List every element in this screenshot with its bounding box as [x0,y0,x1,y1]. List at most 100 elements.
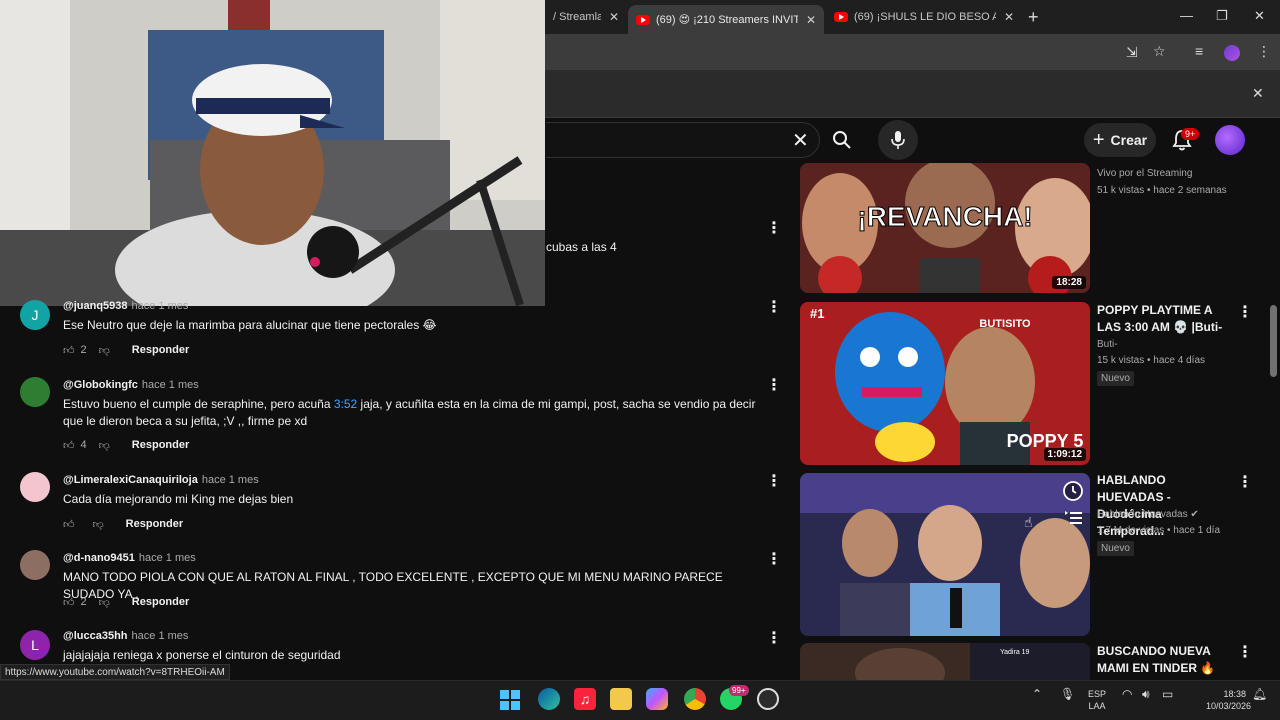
voice-search-button[interactable] [878,120,918,160]
comment-author[interactable]: @d-nano9451 hace 1 mes [63,552,196,564]
browser-menu-icon[interactable]: ⋮ [1257,43,1271,60]
channel-name[interactable]: Vivo por el Streaming [1097,165,1247,182]
scrollbar-thumb[interactable] [1270,305,1277,377]
maximize-button[interactable]: ❐ [1216,8,1228,24]
battery-icon[interactable]: ▭ [1162,687,1173,701]
dislike-icon[interactable]: 👎︎ [99,596,110,609]
channel-label[interactable]: Hablando Huevadas [1097,509,1188,520]
comment-text: jajajajaja reniega x ponerse el cinturon… [63,648,341,662]
avatar[interactable]: J [20,300,50,330]
bookmark-star-icon[interactable]: ☆ [1153,43,1166,60]
clock-time: 18:38 [1223,689,1246,699]
comment-author[interactable]: @juanq5938 hace 1 mes [63,300,188,312]
author-name[interactable]: @juanq5938 [63,300,128,312]
info-bar-close-icon[interactable]: ✕ [1252,85,1264,102]
search-button[interactable] [822,122,862,158]
video-menu-icon[interactable]: ⋮ [1237,472,1253,492]
channel-name[interactable]: Hablando Huevadas ✔ [1097,506,1247,523]
tab-label: / Streamlab [553,11,601,23]
avatar[interactable] [20,377,50,407]
dislike-icon[interactable]: 👎︎ [93,518,104,531]
comment-menu-icon[interactable]: ⋮ [766,375,782,395]
video-meta: 51 k vistas • hace 2 semanas [1097,185,1227,196]
author-name[interactable]: @Globokingfc [63,379,138,391]
windows-start-icon[interactable] [500,690,520,710]
search-input[interactable] [546,122,820,158]
clock[interactable]: 18:38 10/03/2026 [1206,688,1252,712]
minimize-button[interactable]: — [1180,8,1193,23]
comment-menu-icon[interactable]: ⋮ [766,218,782,238]
video-thumbnail[interactable]: Yadira 19 [800,643,1090,680]
comment-date[interactable]: hace 1 mes [142,379,199,391]
reply-button[interactable]: Responder [132,344,189,356]
file-explorer-icon[interactable] [610,688,632,710]
reply-button[interactable]: Responder [132,596,189,608]
tab-close-icon[interactable]: ✕ [806,13,816,27]
comment-author[interactable]: @Globokingfc hace 1 mes [63,379,199,391]
microphone-tray-icon[interactable]: 🎙︎ [1060,687,1075,701]
video-menu-icon[interactable]: ⋮ [1237,642,1253,662]
avatar[interactable] [20,472,50,502]
wifi-icon[interactable]: ◠ [1122,687,1132,701]
like-icon[interactable]: 👍︎ [63,596,75,609]
tray-chevron-icon[interactable]: ⌃ [1032,687,1042,701]
comment-menu-icon[interactable]: ⋮ [766,628,782,648]
video-title[interactable]: POPPY PLAYTIME A LAS 3:00 AM 💀 |Buti- [1097,302,1227,336]
author-name[interactable]: @LimeralexiCanaquiriloja [63,474,198,486]
clear-search-icon[interactable]: ✕ [792,128,809,153]
tab-shuls[interactable]: (69) ¡SHULS LE DIO BESO A UN ✕ [826,5,1022,29]
comment-date[interactable]: hace 1 mes [202,474,259,486]
avatar[interactable]: L [20,630,50,660]
music-app-icon[interactable]: ♫ [574,688,596,710]
channel-name[interactable]: Buti- [1097,336,1247,353]
new-tab-button[interactable]: + [1028,7,1039,28]
language-indicator[interactable]: ESP LAA [1088,688,1106,712]
obs-icon[interactable] [757,688,779,710]
page-scrollbar[interactable] [1268,118,1280,680]
media-control-icon[interactable]: ≡ [1195,43,1203,59]
account-avatar[interactable] [1215,125,1245,155]
comment-menu-icon[interactable]: ⋮ [766,549,782,569]
like-icon[interactable]: 👍︎ [63,439,75,452]
like-icon[interactable]: 👍︎ [63,344,75,357]
video-thumbnail[interactable] [800,473,1090,636]
add-to-queue-icon[interactable] [1064,509,1084,527]
duration-badge: 18:28 [1052,276,1086,289]
comment-author[interactable]: @lucca35hh hace 1 mes [63,630,188,642]
profile-avatar[interactable] [1224,45,1240,61]
comment-date[interactable]: hace 1 mes [132,630,189,642]
dislike-icon[interactable]: 👎︎ [99,439,110,452]
clock-date: 10/03/2026 [1206,701,1252,711]
install-app-icon[interactable]: ⇲ [1126,44,1138,61]
chrome-icon[interactable] [684,688,706,710]
tab-close-icon[interactable]: ✕ [1004,10,1014,24]
comment-date[interactable]: hace 1 mes [132,300,189,312]
tab-close-icon[interactable]: ✕ [609,10,619,24]
video-menu-icon[interactable]: ⋮ [1237,302,1253,322]
reply-button[interactable]: Responder [126,518,183,530]
dislike-icon[interactable]: 👎︎ [99,344,110,357]
timestamp-link[interactable]: 3:52 [334,397,357,411]
new-badge: Nuevo [1097,371,1134,386]
edge-browser-icon[interactable] [538,688,560,710]
create-button[interactable]: + Crear [1084,123,1156,157]
comment-actions: 👍︎ 4 👎︎ Responder [63,437,189,453]
copilot-icon[interactable] [646,688,668,710]
tab-streamlabs[interactable]: / Streamlab ✕ [545,5,627,29]
comment-menu-icon[interactable]: ⋮ [766,297,782,317]
comment-menu-icon[interactable]: ⋮ [766,471,782,491]
window-close-button[interactable]: ✕ [1254,8,1265,24]
tab-210-streamers[interactable]: (69) 😍 ¡210 Streamers INVITAD ✕ [628,5,824,34]
video-thumbnail[interactable]: BUTISITO POPPY 5 #1 1:09:12 [800,302,1090,465]
comment-author[interactable]: @LimeralexiCanaquiriloja hace 1 mes [63,474,259,486]
author-name[interactable]: @lucca35hh [63,630,128,642]
notifications-center-icon[interactable]: 🔔︎ [1252,687,1267,701]
video-thumbnail[interactable]: ¡REVANCHA! 18:28 [800,163,1090,293]
watch-later-icon[interactable] [1062,480,1084,502]
avatar[interactable] [20,550,50,580]
reply-button[interactable]: Responder [132,439,189,451]
like-icon[interactable]: 👍︎ [63,518,75,531]
volume-icon[interactable]: 🔊︎ [1142,687,1150,702]
author-name[interactable]: @d-nano9451 [63,552,135,564]
comment-date[interactable]: hace 1 mes [139,552,196,564]
